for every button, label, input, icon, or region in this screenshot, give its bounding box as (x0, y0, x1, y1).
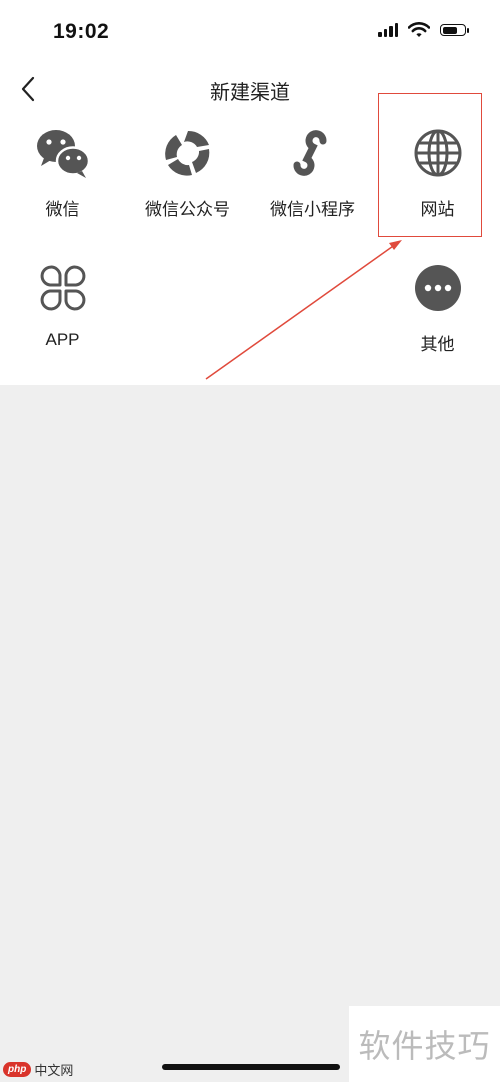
watermark-text: 中文网 (34, 1063, 74, 1078)
home-indicator (162, 1064, 340, 1070)
arrow-annotation (205, 240, 402, 380)
tips-watermark: 软件技巧 (349, 1006, 500, 1082)
site-watermark: php 中文网 (3, 1060, 73, 1079)
php-logo: php (3, 1062, 32, 1077)
